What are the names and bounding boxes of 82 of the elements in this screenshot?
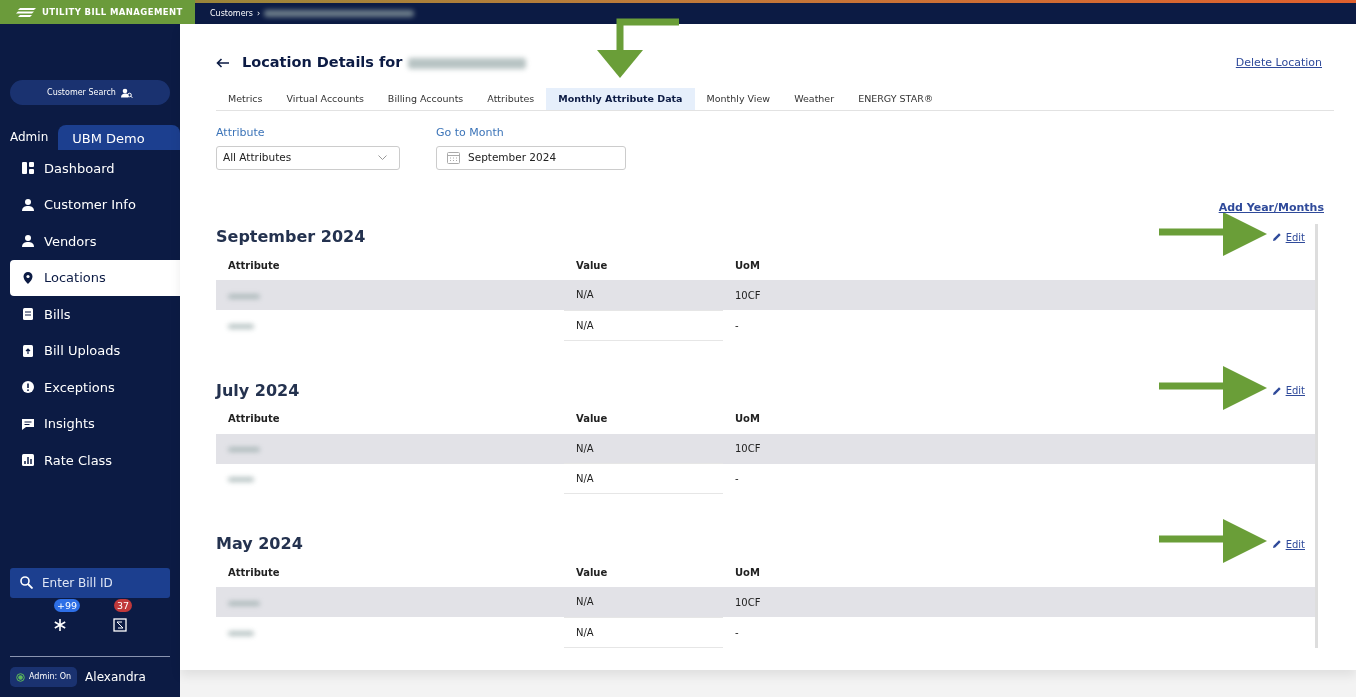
bar-chart-icon — [22, 454, 34, 467]
page-title: Location Details for — [242, 54, 403, 72]
tab[interactable]: Attributes — [475, 88, 547, 110]
search-icon — [20, 576, 33, 589]
column-header: UoM — [723, 557, 1315, 587]
table-cell: 10CF — [723, 587, 1315, 617]
breadcrumb-separator: › — [257, 7, 261, 20]
month-heading: July 2024 — [216, 380, 300, 401]
table-cell: N/A — [564, 280, 723, 310]
sidebar-item[interactable]: Bill Uploads — [0, 332, 180, 369]
month-heading: September 2024 — [216, 227, 366, 247]
person-icon — [22, 235, 34, 248]
pencil-icon — [1272, 540, 1281, 548]
table-cell: - — [723, 617, 1315, 647]
sidebar-tab[interactable]: Admin — [0, 124, 59, 150]
edit-link[interactable]: Edit — [1272, 536, 1305, 552]
tab[interactable]: Billing Accounts — [375, 88, 476, 110]
tab[interactable]: ENERGY STAR® — [846, 88, 946, 110]
tab[interactable]: Monthly View — [694, 88, 783, 110]
table-cell: - — [723, 463, 1315, 494]
column-header: Attribute — [216, 403, 564, 434]
column-header: UoM — [723, 403, 1315, 434]
add-year-months-link[interactable]: Add Year/Months — [1218, 199, 1324, 216]
bill-icon[interactable] — [113, 618, 127, 632]
table-cell: - — [723, 310, 1315, 340]
breadcrumb-link[interactable]: Customers — [210, 7, 254, 20]
column-header: UoM — [723, 250, 1315, 280]
table-cell: N/A — [564, 587, 723, 617]
upload-icon — [22, 344, 34, 357]
chevron-down-icon — [378, 155, 387, 160]
count-badge: +99 — [54, 599, 81, 612]
column-header: Value — [564, 403, 723, 434]
count-badge: 37 — [114, 599, 133, 612]
exclamation-icon — [22, 381, 34, 394]
field-label: Go to Month — [436, 125, 505, 141]
table-cell: N/A — [564, 433, 723, 464]
delete-location-link[interactable]: Delete Location — [1235, 54, 1322, 72]
column-header: Attribute — [216, 250, 564, 280]
sidebar-item[interactable]: Locations — [10, 259, 180, 296]
tab[interactable]: Metrics — [216, 88, 275, 110]
message-icon — [22, 417, 34, 430]
table-cell: 10CF — [723, 433, 1315, 464]
calendar-icon — [447, 151, 460, 164]
sidebar-item[interactable]: Dashboard — [0, 150, 180, 187]
table-cell: N/A — [564, 463, 723, 494]
customer-search-button[interactable]: Customer Search — [10, 80, 170, 105]
sidebar-tab[interactable]: UBM Demo — [58, 125, 180, 150]
sidebar-item[interactable]: Exceptions — [0, 369, 180, 406]
sidebar-item[interactable]: Bills — [0, 296, 180, 333]
pencil-icon — [1272, 386, 1281, 395]
logo-icon — [16, 7, 36, 17]
edit-link[interactable]: Edit — [1272, 383, 1305, 398]
table-cell: N/A — [564, 617, 723, 647]
sidebar-item[interactable]: Insights — [0, 405, 180, 442]
app-title: UTILITY BILL MANAGEMENT — [42, 5, 183, 19]
month-heading: May 2024 — [216, 534, 303, 554]
attribute-dropdown[interactable]: All Attributes — [216, 145, 400, 170]
pencil-icon — [1272, 233, 1281, 241]
column-header: Attribute — [216, 557, 564, 587]
table-cell: 10CF — [723, 280, 1315, 310]
tab[interactable]: Weather — [782, 88, 847, 110]
bill-id-field[interactable]: Enter Bill ID — [10, 568, 170, 598]
tab[interactable]: Virtual Accounts — [274, 88, 376, 110]
document-icon — [22, 308, 34, 321]
back-arrow-icon[interactable] — [216, 58, 230, 68]
sidebar-item[interactable]: Customer Info — [0, 186, 180, 223]
field-label: Attribute — [216, 125, 266, 141]
month-picker[interactable]: September 2024 — [436, 145, 626, 170]
map-pin-icon — [22, 271, 34, 284]
column-header: Value — [564, 250, 723, 280]
sidebar-item[interactable]: Vendors — [0, 223, 180, 260]
edit-link[interactable]: Edit — [1272, 229, 1305, 245]
asterisk-icon[interactable] — [53, 618, 67, 632]
user-search-icon — [120, 87, 133, 98]
tab[interactable]: Monthly Attribute Data — [546, 88, 695, 110]
dashboard-icon — [22, 162, 34, 175]
column-header: Value — [564, 557, 723, 587]
person-icon — [22, 198, 34, 211]
user-name: Alexandra — [85, 669, 146, 686]
table-cell: N/A — [564, 310, 723, 340]
sidebar-item[interactable]: Rate Class — [0, 442, 180, 479]
admin-toggle[interactable]: Admin: On — [10, 667, 78, 687]
